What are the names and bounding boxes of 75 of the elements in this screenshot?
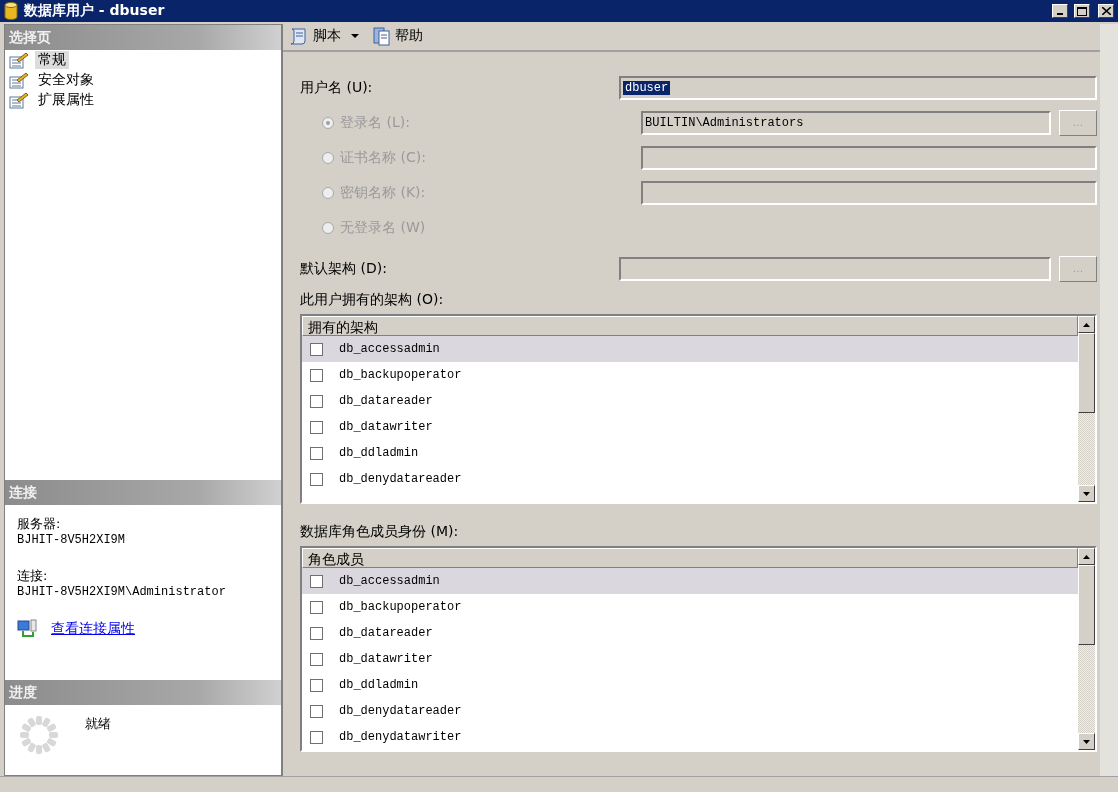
toolbar-button[interactable]: 帮助 [371, 24, 425, 48]
server-label: 服务器: [17, 515, 62, 533]
checkbox[interactable] [310, 420, 323, 434]
login-field[interactable] [641, 145, 1097, 170]
panel-header: 连接 [5, 480, 281, 505]
panel-header: 选择页 [5, 25, 281, 50]
close-icon [1101, 7, 1111, 15]
column-header[interactable]: 拥有的架构 [302, 316, 1078, 336]
server-name: BJHIT-8V5H2XI9M [17, 533, 127, 547]
column-header[interactable]: 角色成员 [302, 548, 1078, 568]
checkbox[interactable] [310, 394, 323, 408]
list-row[interactable]: db_backupoperator [302, 362, 1078, 388]
field-label: 用户名 (U): [300, 78, 374, 97]
panel-header: 进度 [5, 680, 281, 705]
checkbox[interactable] [310, 600, 323, 614]
list-row[interactable]: db_datawriter [302, 646, 1078, 672]
close-button[interactable] [1098, 4, 1114, 18]
checkbox[interactable] [310, 574, 323, 588]
network-computer-icon [17, 619, 37, 639]
up-arrow-icon [1083, 322, 1090, 327]
list-row[interactable]: db_datawriter [302, 414, 1078, 440]
scrollbar[interactable] [1078, 548, 1095, 750]
radio-label: 证书名称 (C): [340, 148, 426, 167]
up-arrow-icon [1083, 554, 1090, 559]
checkbox[interactable] [310, 342, 323, 356]
section-label: 此用户拥有的架构 (O): [300, 291, 444, 309]
list-row[interactable]: db_datareader [302, 388, 1078, 414]
section-label: 数据库角色成员身份 (M): [300, 523, 459, 541]
list-row[interactable]: db_datareader [302, 620, 1078, 646]
help-document-icon [373, 26, 391, 46]
page-icon [9, 91, 29, 109]
list-row[interactable]: db_accessadmin [302, 568, 1078, 594]
checkbox[interactable] [310, 652, 323, 666]
radio-label: 无登录名 (W) [340, 218, 426, 237]
connection-label: 连接: [17, 567, 49, 585]
spinner-icon [19, 715, 59, 755]
sidebar-item[interactable]: 常规 [35, 51, 69, 69]
window-title: 数据库用户 - dbuser [24, 2, 166, 20]
toolbar-button[interactable]: 脚本 [287, 24, 361, 48]
list-row[interactable]: db_accessadmin [302, 336, 1078, 362]
caret-icon [351, 34, 359, 38]
checkbox[interactable] [310, 446, 323, 460]
list-row[interactable]: db_backupoperator [302, 594, 1078, 620]
list-row[interactable]: db_denydatareader [302, 698, 1078, 724]
scrollbar[interactable] [1078, 316, 1095, 502]
list-row[interactable]: db_ddladmin [302, 672, 1078, 698]
page-icon [9, 71, 29, 89]
checkbox[interactable] [310, 368, 323, 382]
connection-name: BJHIT-8V5H2XI9M\Administrator [17, 585, 227, 599]
down-arrow-icon [1083, 491, 1090, 496]
maximize-icon [1077, 6, 1087, 16]
checkbox[interactable] [310, 678, 323, 692]
checkbox[interactable] [310, 626, 323, 640]
sidebar-item[interactable]: 扩展属性 [35, 91, 97, 109]
radio-label: 登录名 (L): [340, 113, 410, 132]
status-text: 就绪 [85, 715, 111, 733]
minimize-button[interactable] [1052, 4, 1068, 18]
down-arrow-icon [1083, 739, 1090, 744]
list-row[interactable]: db_ddladmin [302, 440, 1078, 466]
checkbox[interactable] [310, 472, 323, 486]
connection-properties-link[interactable]: 查看连接属性 [51, 620, 135, 638]
login-field[interactable] [641, 180, 1097, 205]
maximize-button[interactable] [1074, 4, 1090, 18]
list-row[interactable]: db_denydatawriter [302, 724, 1078, 750]
database-icon [4, 2, 18, 20]
radio-label: 密钥名称 (K): [340, 183, 426, 202]
list-row[interactable]: db_denydatareader [302, 466, 1078, 492]
checkbox[interactable] [310, 704, 323, 718]
field-label: 默认架构 (D): [300, 259, 388, 278]
script-icon [289, 26, 309, 46]
sidebar-item[interactable]: 安全对象 [35, 71, 97, 89]
default-schema-field[interactable] [619, 256, 1051, 281]
checkbox[interactable] [310, 730, 323, 744]
user-name-field[interactable]: dbuser [619, 75, 1097, 100]
page-icon [9, 51, 29, 69]
